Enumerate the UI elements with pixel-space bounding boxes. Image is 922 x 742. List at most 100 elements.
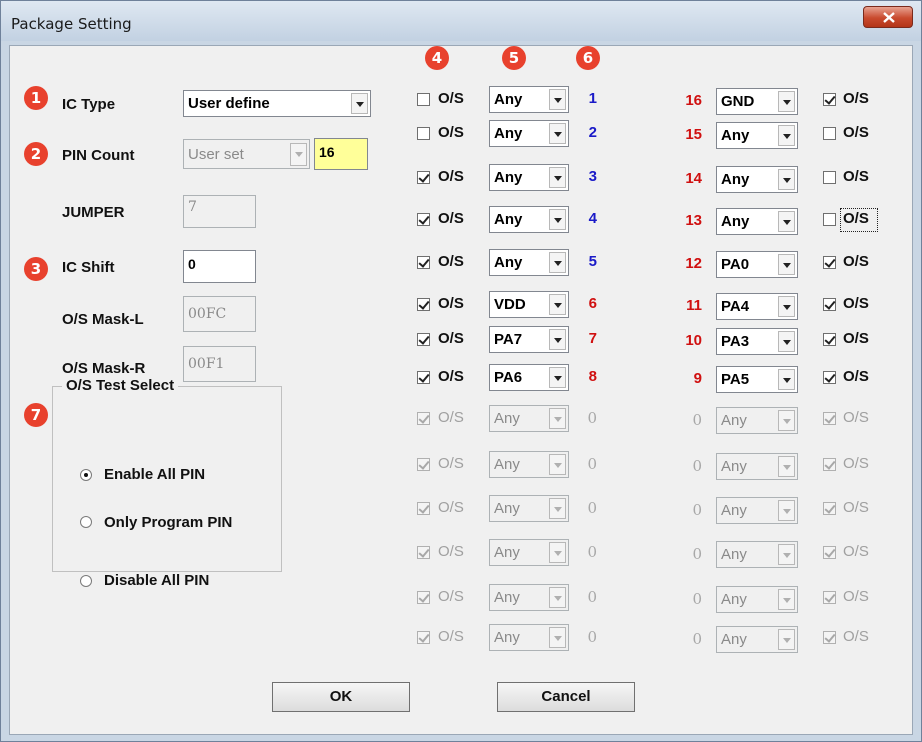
chevron-down-icon[interactable]	[549, 167, 566, 188]
os-checkbox-left[interactable]	[417, 213, 430, 226]
pin-function-select-right[interactable]: Any	[716, 586, 798, 613]
chevron-down-icon[interactable]	[778, 410, 795, 431]
pin-count-input[interactable]: 16	[314, 138, 368, 170]
pin-function-select-left[interactable]: Any	[489, 206, 569, 233]
mask-r-field[interactable]: 00F1	[183, 346, 256, 382]
os-checkbox-left[interactable]	[417, 93, 430, 106]
pin-function-select-right[interactable]: PA5	[716, 366, 798, 393]
os-checkbox-right[interactable]	[823, 412, 836, 425]
pin-function-select-right[interactable]: Any	[716, 122, 798, 149]
chevron-down-icon[interactable]	[549, 329, 566, 350]
chevron-down-icon[interactable]	[778, 169, 795, 190]
ok-button[interactable]: OK	[272, 682, 410, 712]
pin-function-select-left[interactable]: Any	[489, 164, 569, 191]
pin-function-select-left[interactable]: PA7	[489, 326, 569, 353]
pin-function-select-right[interactable]: Any	[716, 626, 798, 653]
pin-function-select-right[interactable]: Any	[716, 453, 798, 480]
chevron-down-icon[interactable]	[778, 500, 795, 521]
radio-only-program[interactable]	[80, 516, 92, 528]
pin-function-select-right[interactable]: Any	[716, 166, 798, 193]
os-checkbox-left[interactable]	[417, 591, 430, 604]
pin-function-select-left[interactable]: PA6	[489, 364, 569, 391]
radio-only-program-label[interactable]: Only Program PIN	[104, 514, 232, 531]
pin-function-select-left[interactable]: Any	[489, 249, 569, 276]
pin-function-select-left[interactable]: Any	[489, 405, 569, 432]
pin-function-select-right[interactable]: GND	[716, 88, 798, 115]
chevron-down-icon[interactable]	[549, 627, 566, 648]
chevron-down-icon[interactable]	[778, 544, 795, 565]
ic-shift-input[interactable]: 0	[183, 250, 256, 283]
chevron-down-icon[interactable]	[778, 125, 795, 146]
pin-function-select-left[interactable]: Any	[489, 584, 569, 611]
chevron-down-icon[interactable]	[549, 123, 566, 144]
close-button[interactable]	[863, 6, 913, 28]
pin-function-select-left[interactable]: VDD	[489, 291, 569, 318]
pin-function-select-left[interactable]: Any	[489, 624, 569, 651]
chevron-down-icon[interactable]	[549, 294, 566, 315]
radio-enable-all[interactable]	[80, 469, 92, 481]
os-checkbox-left[interactable]	[417, 458, 430, 471]
os-checkbox-right[interactable]	[823, 546, 836, 559]
pin-function-select-right[interactable]: Any	[716, 497, 798, 524]
chevron-down-icon[interactable]	[549, 454, 566, 475]
os-checkbox-left[interactable]	[417, 371, 430, 384]
os-checkbox-right[interactable]	[823, 502, 836, 515]
chevron-down-icon[interactable]	[549, 89, 566, 110]
os-checkbox-right[interactable]	[823, 213, 836, 226]
jumper-field[interactable]: 7	[183, 195, 256, 228]
pin-function-select-right[interactable]: PA0	[716, 251, 798, 278]
chevron-down-icon[interactable]	[778, 589, 795, 610]
os-checkbox-left[interactable]	[417, 631, 430, 644]
os-checkbox-right[interactable]	[823, 333, 836, 346]
chevron-down-icon[interactable]	[549, 542, 566, 563]
os-checkbox-left[interactable]	[417, 502, 430, 515]
cancel-button[interactable]: Cancel	[497, 682, 635, 712]
pin-function-select-right[interactable]: PA3	[716, 328, 798, 355]
chevron-down-icon[interactable]	[778, 211, 795, 232]
chevron-down-icon[interactable]	[778, 254, 795, 275]
os-checkbox-right[interactable]	[823, 171, 836, 184]
chevron-down-icon[interactable]	[549, 408, 566, 429]
pin-function-select-right[interactable]: Any	[716, 541, 798, 568]
chevron-down-icon[interactable]	[778, 369, 795, 390]
os-checkbox-left[interactable]	[417, 171, 430, 184]
os-checkbox-left[interactable]	[417, 298, 430, 311]
os-checkbox-right[interactable]	[823, 631, 836, 644]
pin-function-select-right[interactable]: PA4	[716, 293, 798, 320]
pin-count-select[interactable]: User set	[183, 139, 310, 169]
os-checkbox-right[interactable]	[823, 256, 836, 269]
chevron-down-icon[interactable]	[290, 143, 307, 166]
os-checkbox-right[interactable]	[823, 458, 836, 471]
chevron-down-icon[interactable]	[778, 456, 795, 477]
pin-function-select-left[interactable]: Any	[489, 86, 569, 113]
pin-function-select-left[interactable]: Any	[489, 539, 569, 566]
pin-function-select-right[interactable]: Any	[716, 208, 798, 235]
radio-disable-all-label[interactable]: Disable All PIN	[104, 572, 209, 589]
title-bar[interactable]: Package Setting	[1, 1, 921, 43]
chevron-down-icon[interactable]	[549, 209, 566, 230]
radio-disable-all[interactable]	[80, 575, 92, 587]
os-checkbox-right[interactable]	[823, 298, 836, 311]
pin-function-select-left[interactable]: Any	[489, 495, 569, 522]
chevron-down-icon[interactable]	[778, 91, 795, 112]
os-checkbox-left[interactable]	[417, 256, 430, 269]
chevron-down-icon[interactable]	[549, 252, 566, 273]
chevron-down-icon[interactable]	[778, 629, 795, 650]
os-checkbox-right[interactable]	[823, 127, 836, 140]
chevron-down-icon[interactable]	[549, 587, 566, 608]
chevron-down-icon[interactable]	[549, 367, 566, 388]
chevron-down-icon[interactable]	[778, 331, 795, 352]
os-checkbox-left[interactable]	[417, 546, 430, 559]
mask-l-field[interactable]: 00FC	[183, 296, 256, 332]
pin-function-select-left[interactable]: Any	[489, 120, 569, 147]
ic-type-select[interactable]: User define	[183, 90, 371, 117]
os-checkbox-right[interactable]	[823, 591, 836, 604]
os-checkbox-left[interactable]	[417, 127, 430, 140]
chevron-down-icon[interactable]	[549, 498, 566, 519]
chevron-down-icon[interactable]	[351, 93, 368, 114]
pin-function-select-left[interactable]: Any	[489, 451, 569, 478]
os-checkbox-right[interactable]	[823, 371, 836, 384]
os-checkbox-left[interactable]	[417, 412, 430, 425]
radio-enable-all-label[interactable]: Enable All PIN	[104, 466, 205, 483]
os-checkbox-left[interactable]	[417, 333, 430, 346]
